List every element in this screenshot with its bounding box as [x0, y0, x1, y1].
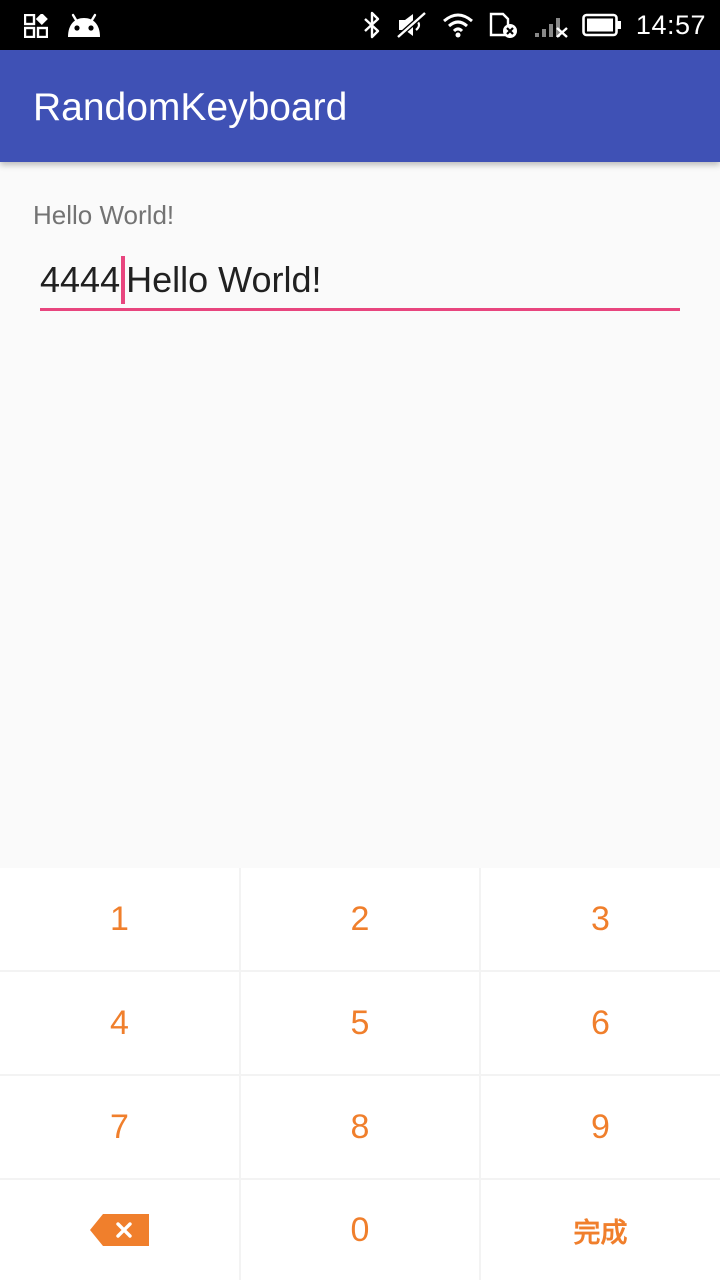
hello-label: Hello World!	[33, 200, 175, 230]
signal-icon	[534, 18, 568, 38]
bluetooth-icon	[364, 11, 380, 39]
no-sim-icon	[489, 12, 517, 38]
backspace-icon	[89, 1214, 149, 1246]
key-9[interactable]: 9	[481, 1076, 720, 1178]
key-3[interactable]: 3	[481, 868, 720, 970]
text-input[interactable]: 4444 Hello World!	[40, 250, 680, 311]
text-input-value: 4444 Hello World!	[40, 256, 322, 304]
screen: 14:57 RandomKeyboard Hello World! 4444 H…	[0, 0, 720, 1280]
app-bar: RandomKeyboard	[0, 50, 720, 162]
main-content: Hello World! 4444 Hello World!	[0, 162, 720, 870]
key-6[interactable]: 6	[481, 972, 720, 1074]
text-cursor	[121, 256, 126, 304]
apps-grid-icon	[24, 14, 48, 38]
sound-off-icon	[396, 11, 427, 39]
key-7[interactable]: 7	[0, 1076, 239, 1178]
key-4[interactable]: 4	[0, 972, 239, 1074]
battery-icon	[582, 13, 621, 37]
key-0[interactable]: 0	[241, 1180, 479, 1280]
key-1[interactable]: 1	[0, 868, 239, 970]
android-icon	[68, 13, 100, 37]
key-2[interactable]: 2	[241, 868, 479, 970]
number-keyboard: 1 2 3 4 5 6 7 8 9 0 完成	[0, 868, 720, 1280]
done-key[interactable]: 完成	[481, 1180, 720, 1280]
status-bar: 14:57	[0, 0, 720, 50]
app-title: RandomKeyboard	[33, 86, 348, 129]
text-after-cursor: Hello World!	[126, 259, 322, 300]
key-5[interactable]: 5	[241, 972, 479, 1074]
backspace-key[interactable]	[0, 1180, 239, 1280]
status-left-icons	[24, 12, 102, 40]
status-time: 14:57	[635, 9, 706, 40]
key-8[interactable]: 8	[241, 1076, 479, 1178]
wifi-icon	[442, 13, 473, 38]
text-before-cursor: 4444	[40, 259, 121, 300]
status-right-icons: 14:57	[362, 9, 706, 41]
